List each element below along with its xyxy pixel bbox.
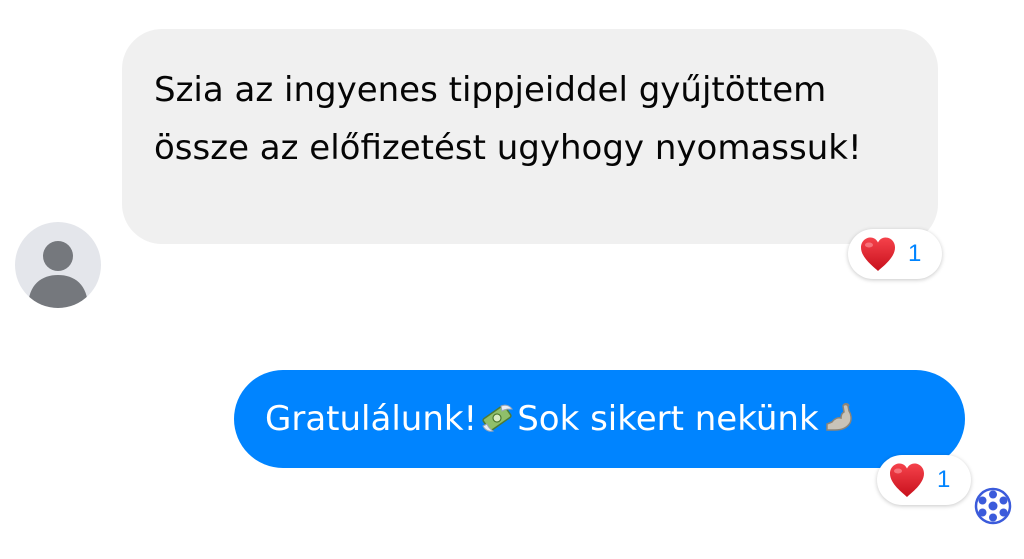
seen-avatar-icon — [974, 487, 1012, 525]
heart-icon — [861, 237, 895, 271]
outgoing-message-bubble[interactable]: Gratulálunk! Sok sikert nekünk — [234, 370, 965, 468]
reaction-count: 1 — [937, 466, 951, 493]
avatar[interactable] — [15, 222, 101, 308]
outgoing-message-reaction[interactable]: 1 — [877, 455, 971, 505]
money-with-wings-icon — [482, 404, 514, 432]
reaction-count: 1 — [908, 240, 922, 267]
person-silhouette-icon — [28, 241, 88, 308]
flexed-biceps-icon — [825, 403, 852, 431]
heart-icon — [890, 463, 924, 497]
incoming-message-reaction[interactable]: 1 — [848, 229, 942, 279]
incoming-message-bubble[interactable]: Szia az ingyenes tippjeiddel gyűjtöttem … — [122, 29, 938, 244]
incoming-message-text: Szia az ingyenes tippjeiddel gyűjtöttem … — [154, 70, 862, 168]
outgoing-message-text-part1: Gratulálunk! — [265, 399, 478, 439]
outgoing-message-text-part2: Sok sikert nekünk — [517, 399, 819, 439]
